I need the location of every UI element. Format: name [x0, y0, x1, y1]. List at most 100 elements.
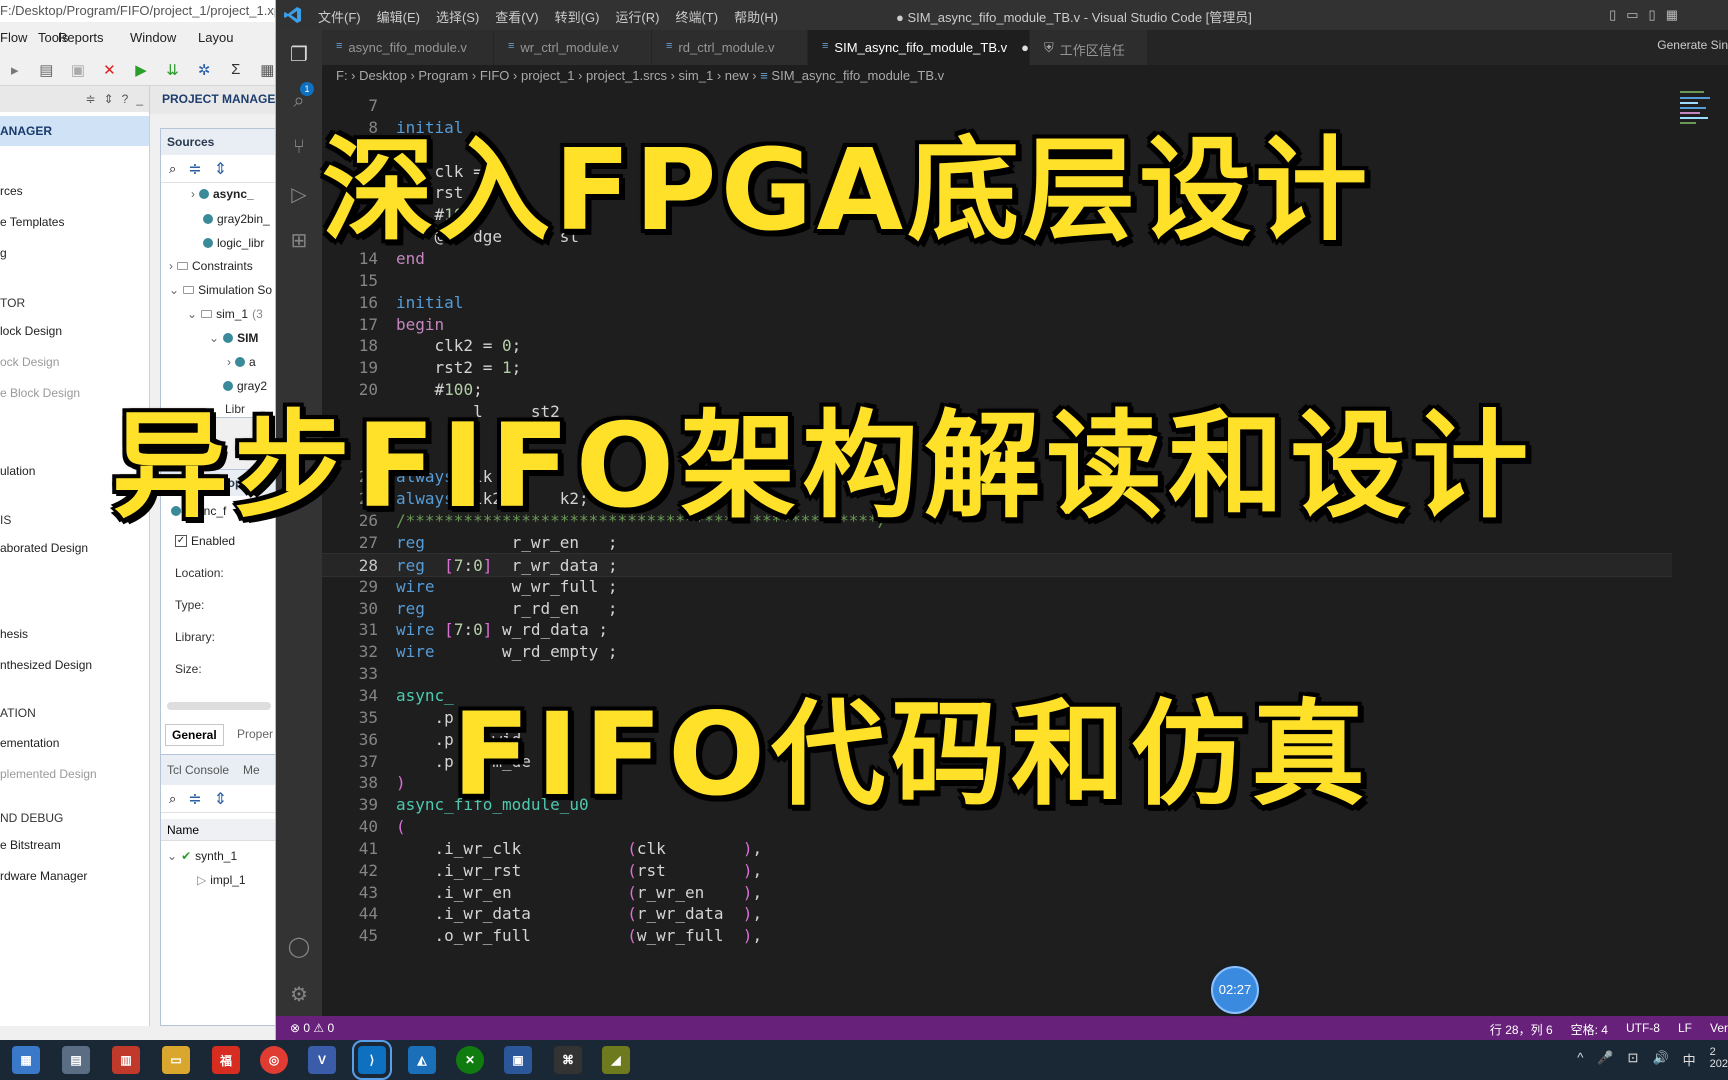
folder-icon[interactable]: ▭ [162, 1046, 190, 1074]
flow-item-run-synthesis[interactable]: hesis [0, 627, 28, 641]
settings-icon[interactable]: ✲ [195, 61, 213, 79]
flow-item-generate-block-design[interactable]: e Block Design [0, 386, 80, 400]
code-line[interactable]: 30 reg r_rd_en ; [322, 597, 1672, 621]
minimap[interactable] [1680, 87, 1720, 207]
tab-rd-ctrl-module[interactable]: ≡ rd_ctrl_module.v [652, 30, 808, 65]
code-line[interactable]: 16 initial [322, 291, 1672, 315]
breadcrumb-item[interactable]: new [725, 68, 749, 83]
horizontal-scrollbar[interactable] [167, 702, 271, 710]
code-line[interactable]: 15 [322, 269, 1672, 293]
menu-terminal[interactable]: 终端(T) [675, 7, 718, 26]
copy-icon[interactable]: ▣ [69, 61, 87, 79]
tree-row-simulation-sources[interactable]: ⌄ Simulation So [169, 283, 272, 297]
tree-row-async-fifo[interactable]: › async_ [191, 187, 254, 201]
flow-item-synthesized-design[interactable]: nthesized Design [0, 658, 92, 672]
flow-item-open-block-design[interactable]: ock Design [0, 355, 59, 369]
tab-general[interactable]: General [165, 724, 224, 746]
netease-music-icon[interactable]: ◎ [260, 1046, 288, 1074]
menu-run[interactable]: 运行(R) [615, 7, 659, 26]
tree-row-constraints[interactable]: › Constraints [169, 259, 253, 273]
menu-selection[interactable]: 选择(S) [436, 7, 479, 26]
menu-layout[interactable]: Layou [198, 26, 238, 50]
tree-row-sim-1[interactable]: ⌄ sim_1 (3 [187, 307, 263, 321]
menu-tools[interactable]: Tools [6, 26, 68, 50]
flow-item-run-implementation[interactable]: ementation [0, 736, 59, 750]
flow-item-implemented-design[interactable]: plemented Design [0, 767, 97, 781]
flow-item-elaborated-design[interactable]: aborated Design [0, 541, 88, 555]
clipboard-icon[interactable]: ▤ [38, 61, 56, 79]
notes-icon[interactable]: ▥ [112, 1046, 140, 1074]
breadcrumb-item[interactable]: sim_1 [679, 68, 714, 83]
breadcrumb-item[interactable]: Desktop [359, 68, 407, 83]
display-icon[interactable]: ⊡ [1628, 1050, 1639, 1070]
search-icon[interactable]: ⌕ [169, 161, 176, 177]
code-line[interactable]: 29 wire w_wr_full ; [322, 575, 1672, 599]
run-debug-icon[interactable]: ▷ [287, 182, 311, 206]
flow-item-hardware-manager[interactable]: rdware Manager [0, 869, 87, 883]
breadcrumb-item[interactable]: F: [336, 68, 348, 83]
menu-reports[interactable]: Reports [58, 26, 130, 50]
customize-layout-icon[interactable]: ▦ [1666, 7, 1678, 23]
shark-icon[interactable]: ◭ [408, 1046, 436, 1074]
account-icon[interactable]: ◯ [287, 934, 311, 958]
language-mode[interactable]: Ver [1710, 1021, 1728, 1038]
gear-icon[interactable]: ⚙ [287, 982, 311, 1006]
breadcrumb-item[interactable]: SIM_async_fifo_module_TB.v [771, 68, 944, 83]
tab-messages[interactable]: Me [243, 763, 260, 785]
vivado-taskbar-icon[interactable]: ◢ [602, 1046, 630, 1074]
minimize-icon[interactable]: _ [136, 92, 143, 106]
toggle-sidebar-icon[interactable]: ▯ [1609, 7, 1616, 23]
ime-indicator[interactable]: 中 [1683, 1050, 1696, 1070]
menu-go[interactable]: 转到(G) [555, 7, 600, 26]
run-icon[interactable]: ▶ [132, 61, 150, 79]
expand-all-icon[interactable]: ⇕ [214, 789, 227, 809]
code-line[interactable]: 41 .i_wr_clk (clk ), [322, 837, 1672, 861]
tab-tcl-console[interactable]: Tcl Console [167, 763, 229, 785]
end-of-line[interactable]: LF [1678, 1021, 1692, 1038]
start-icon[interactable]: ▦ [12, 1046, 40, 1074]
menu-view[interactable]: 查看(V) [495, 7, 538, 26]
window-app-icon[interactable]: ▣ [504, 1046, 532, 1074]
flow-item-create-block-design[interactable]: lock Design [0, 324, 62, 338]
unsaved-dot-icon[interactable]: ● [1021, 40, 1029, 65]
search-icon[interactable]: ⌕ [287, 90, 311, 114]
menu-file[interactable]: 文件(F) [318, 7, 361, 26]
tab-workspace-trust[interactable]: ⛨ 工作区信任 [1030, 30, 1148, 65]
menu-window[interactable]: Window [130, 26, 198, 50]
microphone-icon[interactable]: 🎤 [1597, 1050, 1613, 1070]
search-icon[interactable]: ⌕ [169, 791, 176, 807]
tab-async-fifo-module[interactable]: ≡ async_fifo_module.v [322, 30, 494, 65]
tab-sim-tb-active[interactable]: ≡ SIM_async_fifo_module_TB.v ● [808, 30, 1030, 65]
sort-icon[interactable]: ⇕ [104, 92, 114, 106]
collapse-all-icon[interactable]: ≑ [188, 159, 201, 179]
tree-row-sim-child[interactable]: › a [227, 355, 256, 369]
code-line[interactable]: 28 reg [7:0] r_wr_data ; [322, 552, 1672, 577]
app-icon[interactable]: 福 [212, 1046, 240, 1074]
sigma-icon[interactable]: Σ [227, 61, 245, 79]
delete-icon[interactable]: ✕ [101, 61, 119, 79]
problems-indicator[interactable]: ⊗ 0 ⚠ 0 [290, 1021, 334, 1035]
network-app-icon[interactable]: ⌘ [554, 1046, 582, 1074]
tree-row-gray2bin[interactable]: gray2bin_ [203, 212, 270, 226]
xbox-icon[interactable]: ✕ [456, 1046, 484, 1074]
flow-item-templates[interactable]: e Templates [0, 215, 64, 229]
code-line[interactable]: 31 wire [7:0] w_rd_data ; [322, 618, 1672, 642]
code-line[interactable]: 17 begin [322, 313, 1672, 337]
cursor-position[interactable]: 行 28，列 6 [1490, 1021, 1553, 1038]
indentation[interactable]: 空格: 4 [1571, 1021, 1608, 1038]
tab-wr-ctrl-module[interactable]: ≡ wr_ctrl_module.v [494, 30, 652, 65]
tab-properties[interactable]: Proper [231, 724, 275, 744]
help-icon[interactable]: ? [122, 92, 129, 106]
toggle-secondary-sidebar-icon[interactable]: ▯ [1649, 7, 1656, 23]
code-line[interactable]: 45 .o_wr_full (w_wr_full ), [322, 924, 1672, 948]
run-row-impl[interactable]: ▷ impl_1 [197, 873, 246, 887]
code-line[interactable]: 32 wire w_rd_empty ; [322, 640, 1672, 664]
collapse-all-icon[interactable]: ≑ [188, 789, 201, 809]
calculator-icon[interactable]: ▤ [62, 1046, 90, 1074]
flow-item-generate-bitstream[interactable]: e Bitstream [0, 838, 61, 852]
menu-help[interactable]: 帮助(H) [734, 7, 778, 26]
breadcrumb-item[interactable]: project_1 [521, 68, 574, 83]
code-line[interactable]: 42 .i_wr_rst (rst ), [322, 859, 1672, 883]
collapse-icon[interactable]: ≑ [86, 92, 96, 106]
breadcrumb-item[interactable]: project_1.srcs [586, 68, 667, 83]
